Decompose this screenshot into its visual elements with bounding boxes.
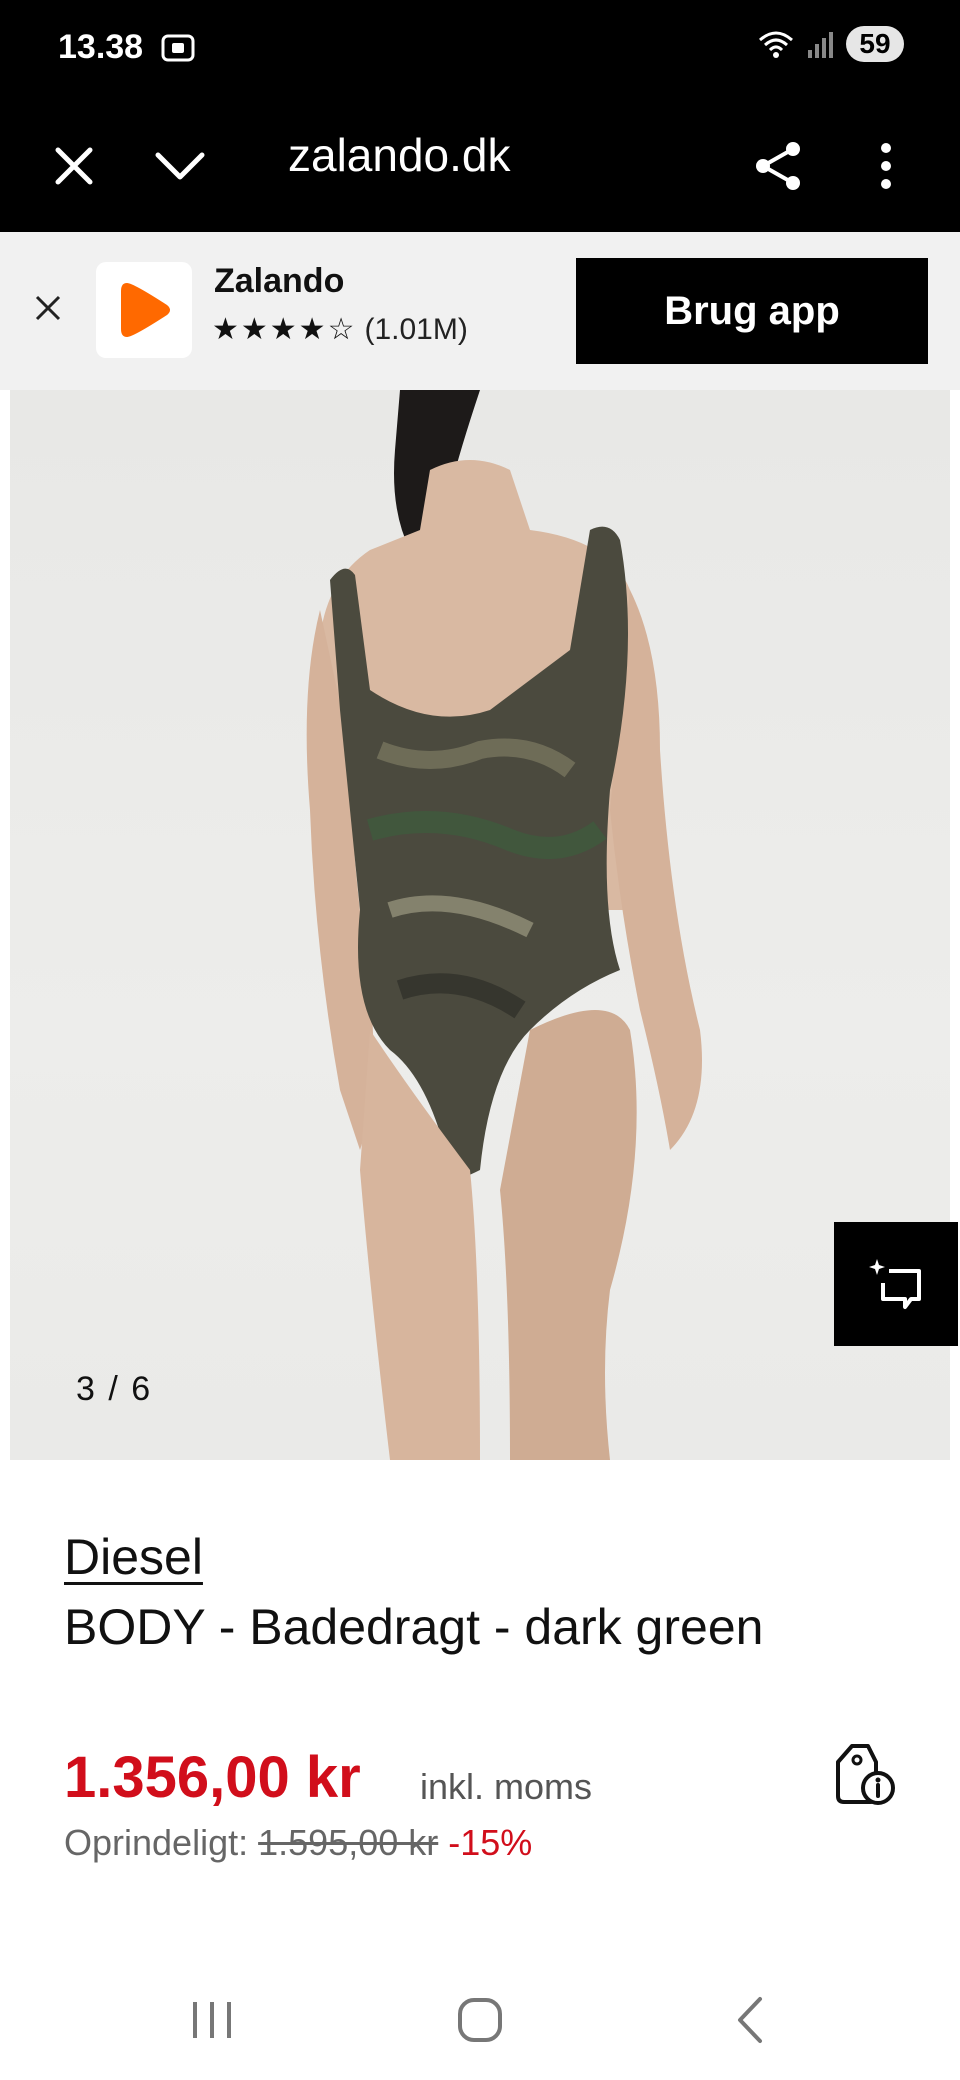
battery-indicator: 59 <box>846 26 904 62</box>
zalando-logo <box>96 262 192 358</box>
ai-assistant-button[interactable] <box>834 1222 958 1346</box>
system-nav-bar <box>0 1960 960 2080</box>
url-display[interactable]: zalando.dk <box>288 128 511 182</box>
close-tab-button[interactable] <box>34 126 114 206</box>
close-icon <box>55 147 93 185</box>
price-info-button[interactable] <box>830 1740 900 1810</box>
model-photo <box>306 390 702 1460</box>
more-vert-icon <box>881 143 891 189</box>
home-icon <box>458 1998 502 2042</box>
zalando-play-icon <box>121 283 170 337</box>
product-title: BODY - Badedragt - dark green <box>64 1599 764 1655</box>
app-install-banner: Zalando ★★★★☆ (1.01M) Brug app <box>0 232 960 390</box>
product-image[interactable]: 3 / 6 <box>10 390 950 1460</box>
original-label: Oprindeligt: <box>64 1822 249 1863</box>
ai-sparkle-icon <box>869 1259 921 1309</box>
share-icon <box>756 142 800 190</box>
back-icon <box>738 1997 762 2043</box>
banner-close-button[interactable] <box>24 284 72 332</box>
minimize-button[interactable] <box>140 126 220 206</box>
current-price: 1.356,00 kr <box>64 1745 361 1810</box>
wifi-icon <box>759 31 793 58</box>
recents-button[interactable] <box>172 1990 252 2050</box>
brand-link[interactable]: Diesel <box>64 1528 203 1586</box>
status-indicators: 59 <box>756 26 904 62</box>
app-name: Zalando <box>214 262 345 300</box>
rating-count: (1.01M) <box>364 312 468 346</box>
app-rating: ★★★★☆ (1.01M) <box>212 312 468 347</box>
open-app-button[interactable]: Brug app <box>576 258 928 364</box>
vat-note: inkl. moms <box>420 1766 593 1807</box>
chevron-down-icon <box>155 152 205 180</box>
close-icon <box>35 295 61 321</box>
back-button[interactable] <box>710 1990 790 2050</box>
original-price-line: Oprindeligt: 1.595,00 kr -15% <box>64 1822 532 1864</box>
share-button[interactable] <box>738 126 818 206</box>
signal-icon <box>808 32 833 58</box>
recents-icon <box>193 2002 231 2038</box>
rating-stars-icon: ★★★★☆ <box>212 313 357 346</box>
status-bar: 13.38 59 <box>0 0 960 100</box>
price-info-icon <box>836 1744 895 1805</box>
more-options-button[interactable] <box>846 126 926 206</box>
image-counter: 3 / 6 <box>76 1370 153 1408</box>
status-time: 13.38 <box>58 28 144 66</box>
screenshot-icon <box>161 34 195 62</box>
discount-badge: -15% <box>448 1822 533 1863</box>
home-button[interactable] <box>440 1990 520 2050</box>
original-price: 1.595,00 kr <box>258 1822 439 1863</box>
